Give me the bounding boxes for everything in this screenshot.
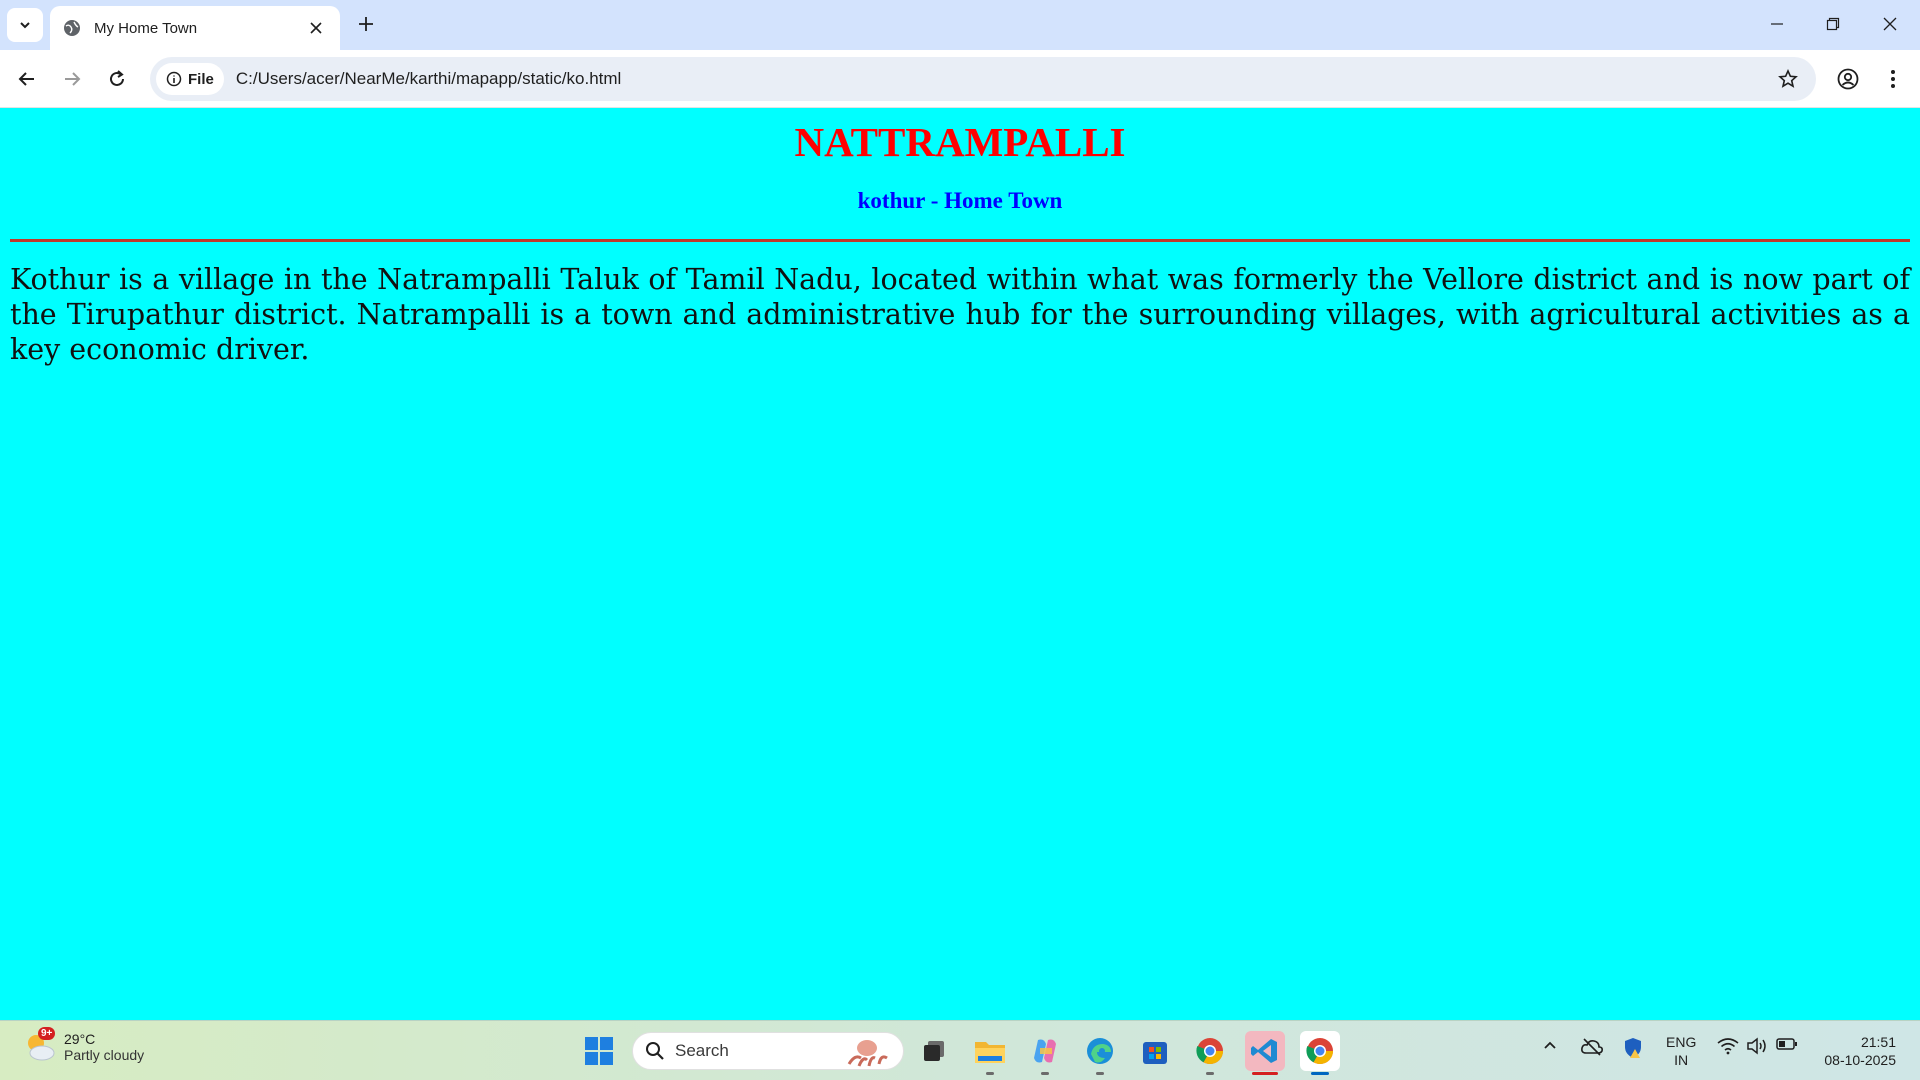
folder-icon bbox=[975, 1042, 1005, 1063]
page-heading: NATTRAMPALLI bbox=[794, 119, 1126, 165]
new-tab-button[interactable] bbox=[352, 10, 380, 38]
site-info-chip[interactable]: File bbox=[156, 63, 224, 95]
globe-icon bbox=[62, 18, 82, 38]
weather-condition: Partly cloudy bbox=[64, 1047, 145, 1063]
chrome-icon bbox=[1306, 1038, 1334, 1065]
chevron-down-icon bbox=[20, 22, 30, 29]
system-clock[interactable]: 21:51 08-10-2025 bbox=[1816, 1033, 1896, 1069]
restore-button[interactable] bbox=[1815, 8, 1851, 40]
wifi-tray-button[interactable] bbox=[1717, 1037, 1739, 1055]
language-indicator[interactable]: ENG IN bbox=[1666, 1033, 1696, 1069]
more-vertical-icon bbox=[1891, 70, 1895, 88]
vscode-button[interactable] bbox=[1245, 1031, 1285, 1075]
page-content: NATTRAMPALLI kothur - Home Town Kothur i… bbox=[0, 108, 1920, 1020]
wifi-icon bbox=[1717, 1038, 1739, 1055]
url-text[interactable]: C:/Users/acer/NearMe/karthi/mapapp/stati… bbox=[236, 69, 1770, 89]
chevron-up-icon bbox=[1544, 1041, 1556, 1049]
tab-title: My Home Town bbox=[94, 19, 198, 37]
battery-tray-button[interactable] bbox=[1776, 1037, 1798, 1051]
back-button[interactable] bbox=[9, 61, 45, 97]
copilot-icon bbox=[1034, 1039, 1056, 1063]
cloud-offline-icon bbox=[1581, 1038, 1603, 1056]
tab-strip: My Home Town bbox=[0, 0, 1920, 50]
window-close-button[interactable] bbox=[1872, 8, 1908, 40]
vscode-icon bbox=[1251, 1039, 1277, 1063]
search-icon bbox=[646, 1042, 664, 1060]
search-highlight-icon bbox=[847, 1040, 888, 1067]
plus-icon bbox=[359, 17, 373, 31]
info-icon bbox=[166, 71, 182, 87]
file-explorer-button[interactable] bbox=[970, 1031, 1010, 1075]
start-button[interactable] bbox=[579, 1031, 619, 1071]
chrome-button[interactable] bbox=[1190, 1031, 1230, 1075]
forward-button[interactable] bbox=[54, 61, 90, 97]
account-icon bbox=[1837, 68, 1859, 90]
chrome-active-button[interactable] bbox=[1300, 1031, 1340, 1075]
close-icon bbox=[1883, 17, 1897, 31]
volume-tray-button[interactable] bbox=[1746, 1037, 1768, 1055]
browser-toolbar: File C:/Users/acer/NearMe/karthi/mapapp/… bbox=[0, 50, 1920, 108]
profile-button[interactable] bbox=[1830, 61, 1866, 97]
bookmark-button[interactable] bbox=[1770, 61, 1806, 97]
volume-icon bbox=[1747, 1037, 1766, 1055]
close-icon[interactable] bbox=[304, 16, 328, 40]
edge-button[interactable] bbox=[1080, 1031, 1120, 1075]
task-view-button[interactable] bbox=[915, 1031, 955, 1071]
browser-menu-button[interactable] bbox=[1875, 61, 1911, 97]
clock-date: 08-10-2025 bbox=[1824, 1052, 1896, 1068]
divider bbox=[10, 239, 1910, 243]
temperature: 29°C bbox=[64, 1031, 96, 1047]
search-label: Search bbox=[675, 1041, 729, 1060]
onedrive-tray-button[interactable] bbox=[1580, 1037, 1604, 1057]
taskbar: 9+ 29°C Partly cloudy Search ENG IN 21:5… bbox=[0, 1020, 1920, 1080]
weather-widget[interactable]: 9+ 29°C Partly cloudy bbox=[22, 1027, 145, 1065]
arrow-right-icon bbox=[65, 72, 81, 86]
page-subheading: kothur - Home Town bbox=[857, 188, 1063, 214]
browser-tab[interactable]: My Home Town bbox=[50, 6, 340, 50]
security-tray-button[interactable] bbox=[1622, 1037, 1644, 1059]
arrow-left-icon bbox=[18, 72, 34, 86]
microsoft-store-button[interactable] bbox=[1135, 1031, 1175, 1071]
description-paragraph: Kothur is a village in the Natrampalli T… bbox=[10, 263, 1910, 367]
reload-icon bbox=[110, 70, 124, 86]
battery-icon bbox=[1776, 1038, 1797, 1050]
reload-button[interactable] bbox=[99, 61, 135, 97]
site-info-label: File bbox=[188, 70, 214, 88]
windows-logo-icon bbox=[585, 1037, 613, 1065]
tab-search-button[interactable] bbox=[7, 8, 43, 42]
chrome-icon bbox=[1196, 1038, 1224, 1065]
minimize-icon bbox=[1771, 23, 1783, 25]
store-icon bbox=[1143, 1042, 1167, 1064]
minimize-button[interactable] bbox=[1759, 8, 1795, 40]
language-secondary: IN bbox=[1674, 1052, 1689, 1068]
address-bar[interactable]: File C:/Users/acer/NearMe/karthi/mapapp/… bbox=[150, 57, 1816, 101]
partly-cloudy-icon: 9+ bbox=[22, 1027, 58, 1065]
clock-time: 21:51 bbox=[1860, 1034, 1896, 1050]
task-view-icon bbox=[924, 1041, 944, 1061]
taskbar-search[interactable]: Search bbox=[632, 1032, 904, 1070]
restore-icon bbox=[1826, 17, 1840, 31]
edge-icon bbox=[1087, 1038, 1113, 1064]
shield-warning-icon bbox=[1625, 1038, 1641, 1058]
star-icon bbox=[1778, 69, 1798, 88]
show-hidden-icons-button[interactable] bbox=[1542, 1037, 1558, 1053]
copilot-button[interactable] bbox=[1025, 1031, 1065, 1075]
language-primary: ENG bbox=[1666, 1034, 1697, 1050]
weather-alert-badge: 9+ bbox=[38, 1027, 56, 1040]
